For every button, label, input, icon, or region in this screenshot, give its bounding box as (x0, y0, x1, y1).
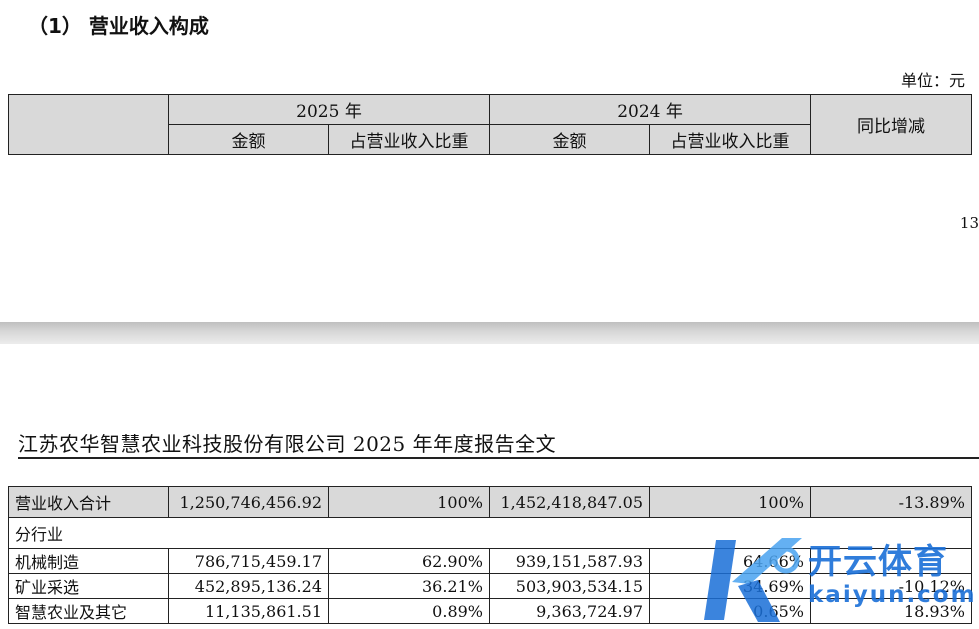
yoy-change: -10.12% (810, 573, 972, 599)
revenue-table-body: 营业收入合计 1,250,746,456.92 100% 1,452,418,8… (8, 486, 972, 624)
report-page-lower: 江苏农华智慧农业科技股份有限公司 2025 年年度报告全文 营业收入合计 1,2… (0, 344, 979, 629)
report-page-upper: （1） 营业收入构成 单位：元 2025 年 2024 年 同比增减 金额 占营… (0, 0, 979, 322)
share-2025: 62.90% (328, 548, 490, 574)
amount-2025: 786,715,459.17 (168, 548, 329, 574)
unit-label: 单位：元 (900, 71, 965, 90)
amount-2024: 9,363,724.97 (489, 598, 650, 624)
header-year-2024: 2024 年 (489, 94, 812, 125)
header-rule (18, 457, 979, 459)
section-title: （1） 营业收入构成 (28, 14, 209, 38)
row-label: 营业收入合计 (8, 486, 169, 518)
table-row: 矿业采选 452,895,136.24 36.21% 503,903,534.1… (8, 573, 972, 599)
page-break-gap (0, 322, 979, 344)
yoy-change: 18.93% (810, 598, 972, 624)
amount-2024: 939,151,587.93 (489, 548, 650, 574)
amount-2024: 503,903,534.15 (489, 573, 650, 599)
table-row: 智慧农业及其它 11,135,861.51 0.89% 9,363,724.97… (8, 598, 972, 624)
section-label: 分行业 (8, 517, 972, 549)
share-2025: 100% (328, 486, 490, 518)
revenue-table-header: 2025 年 2024 年 同比增减 金额 占营业收入比重 金额 占营业收入比重 (8, 94, 973, 155)
header-amount-2024: 金额 (489, 124, 651, 155)
share-2024: 34.69% (649, 573, 811, 599)
row-label: 机械制造 (8, 548, 169, 574)
header-yoy: 同比增减 (810, 94, 973, 155)
yoy-change (810, 548, 972, 574)
amount-2024: 1,452,418,847.05 (489, 486, 650, 518)
amount-2025: 1,250,746,456.92 (168, 486, 329, 518)
share-2024: 0.65% (649, 598, 811, 624)
row-label: 智慧农业及其它 (8, 598, 169, 624)
table-row-section: 分行业 (8, 517, 972, 549)
header-share-2025: 占营业收入比重 (327, 124, 491, 155)
share-2025: 36.21% (328, 573, 490, 599)
table-row-total: 营业收入合计 1,250,746,456.92 100% 1,452,418,8… (8, 486, 972, 518)
header-share-2024: 占营业收入比重 (649, 124, 812, 155)
clipped-number: 13 (959, 214, 979, 232)
header-year-2025: 2025 年 (167, 94, 491, 125)
share-2025: 0.89% (328, 598, 490, 624)
document-running-header: 江苏农华智慧农业科技股份有限公司 2025 年年度报告全文 (18, 432, 557, 456)
amount-2025: 11,135,861.51 (168, 598, 329, 624)
yoy-change: -13.89% (810, 486, 972, 518)
share-2024: 64.66% (649, 548, 811, 574)
header-blank-cell (8, 94, 169, 155)
header-amount-2025: 金额 (168, 124, 329, 155)
row-label: 矿业采选 (8, 573, 169, 599)
table-row: 机械制造 786,715,459.17 62.90% 939,151,587.9… (8, 548, 972, 574)
share-2024: 100% (649, 486, 811, 518)
amount-2025: 452,895,136.24 (168, 573, 329, 599)
